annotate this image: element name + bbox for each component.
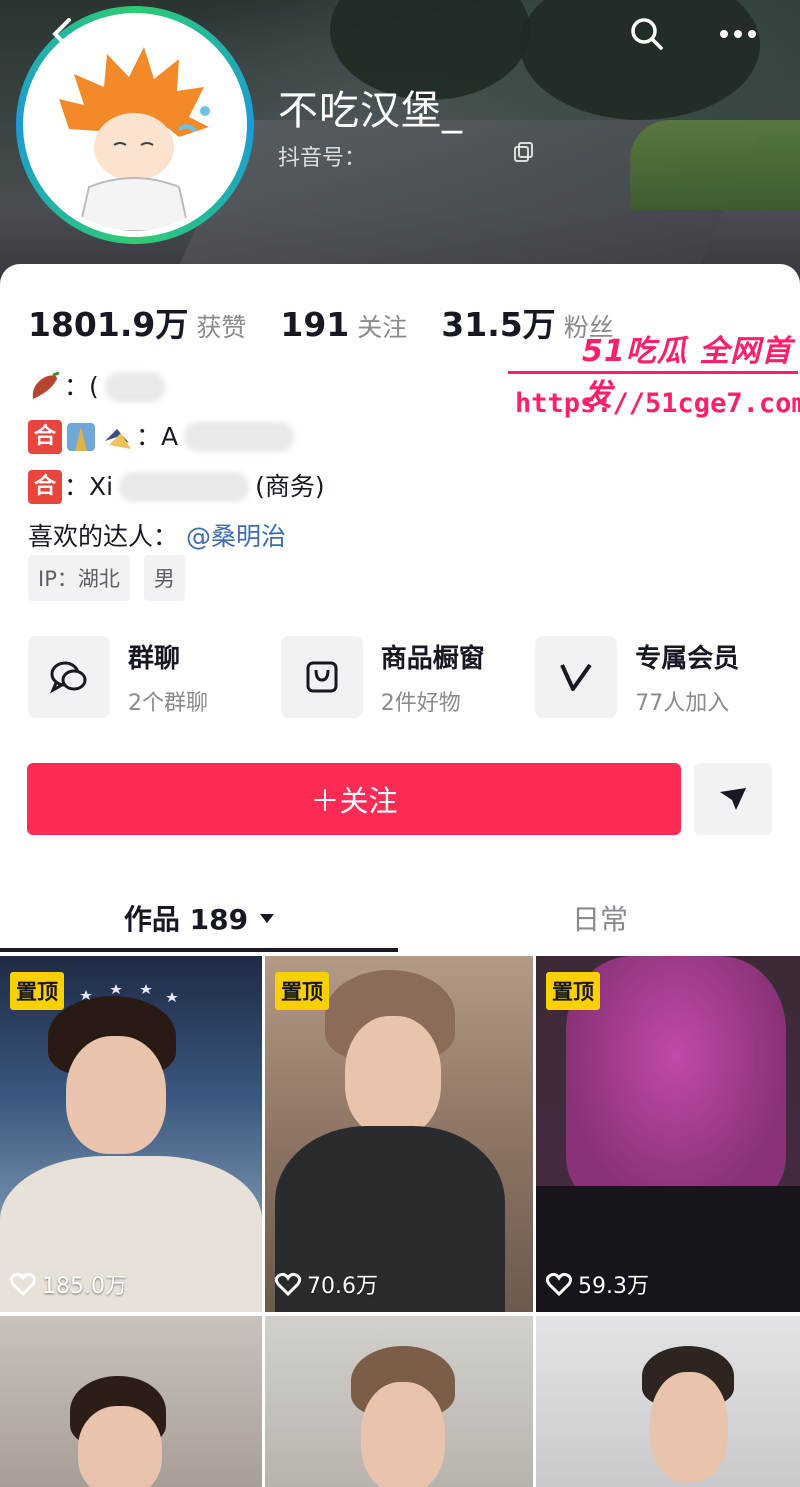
- redacted-text: [104, 372, 165, 402]
- search-icon[interactable]: [625, 12, 669, 56]
- video-likes: 70.6万: [275, 1268, 378, 1300]
- content-tabs: 作品 189 日常: [0, 882, 800, 954]
- video-likes: 59.3万: [546, 1268, 649, 1300]
- profile-username: 不吃汉堡_: [278, 88, 463, 134]
- redacted-text: [119, 472, 250, 502]
- bio-line: 合 ：Xi (商务): [28, 462, 325, 512]
- video-tile[interactable]: [0, 1316, 262, 1487]
- pinned-badge: 置顶: [546, 972, 600, 1010]
- he-badge-icon: 合: [28, 470, 62, 504]
- pinned-badge: 置顶: [275, 972, 329, 1010]
- shop-bag-icon: [280, 636, 363, 718]
- pinned-badge: 置顶: [10, 972, 64, 1010]
- sweet-potato-icon: [28, 370, 62, 404]
- feature-group-chat[interactable]: 群聊 2个群聊: [28, 636, 281, 718]
- tag-gender: 男: [143, 555, 185, 601]
- bio-line: 合 ：A: [28, 412, 325, 462]
- bio-line: ：(: [28, 362, 325, 412]
- watermark-line: [508, 371, 798, 374]
- bird-emoji-icon: [100, 420, 134, 454]
- profile-stats: 1801.9万 获赞 191 关注 31.5万 粉丝: [28, 298, 648, 346]
- stat-likes: 1801.9万 获赞: [28, 305, 247, 344]
- heart-icon: [275, 1272, 301, 1296]
- share-arrow-icon[interactable]: [694, 763, 772, 835]
- more-icon[interactable]: [716, 12, 760, 56]
- video-tile[interactable]: [536, 1316, 800, 1487]
- video-tile[interactable]: 置顶 70.6万: [265, 956, 533, 1312]
- douyin-id-label: 抖音号：: [278, 146, 367, 171]
- profile-bio: ：( 合 ：A 合 ：Xi (商务) 喜欢的达人： @桑明治: [28, 362, 325, 562]
- back-icon[interactable]: [40, 12, 84, 56]
- profile-tags: IP：湖北 男: [28, 555, 199, 601]
- vip-icon: [535, 636, 618, 718]
- liked-creator-link[interactable]: @桑明治: [186, 512, 286, 562]
- video-tile[interactable]: 置顶 185.0万: [0, 956, 262, 1312]
- caret-down-icon: [260, 914, 275, 923]
- he-badge-icon: 合: [28, 420, 62, 454]
- stat-following[interactable]: 191 关注: [280, 305, 407, 344]
- feature-vip-membership[interactable]: 专属会员 77人加入: [535, 636, 788, 718]
- feature-shop-window[interactable]: 商品橱窗 2件好物: [280, 636, 536, 718]
- video-tile[interactable]: 置顶 59.3万: [536, 956, 800, 1312]
- heart-icon: [10, 1272, 36, 1296]
- tab-works[interactable]: 作品 189: [0, 882, 400, 954]
- video-tile[interactable]: [265, 1316, 533, 1487]
- heart-icon: [546, 1272, 572, 1296]
- watermark-url: https://51cge7.com: [515, 388, 800, 419]
- suit-emoji-icon: [64, 420, 98, 454]
- follow-button[interactable]: ＋关注: [27, 763, 681, 835]
- copy-icon[interactable]: [512, 140, 536, 168]
- redacted-text: [184, 422, 295, 452]
- active-tab-indicator: [0, 948, 398, 952]
- star-crown-icon: [80, 984, 178, 1002]
- feature-entries: 群聊 2个群聊 商品橱窗 2件好物 专属会员 77人加入: [28, 636, 788, 718]
- tag-ip-location: IP：湖北: [28, 555, 130, 601]
- group-chat-icon: [28, 636, 110, 718]
- tab-daily[interactable]: 日常: [400, 882, 800, 954]
- video-likes: 185.0万: [10, 1268, 127, 1300]
